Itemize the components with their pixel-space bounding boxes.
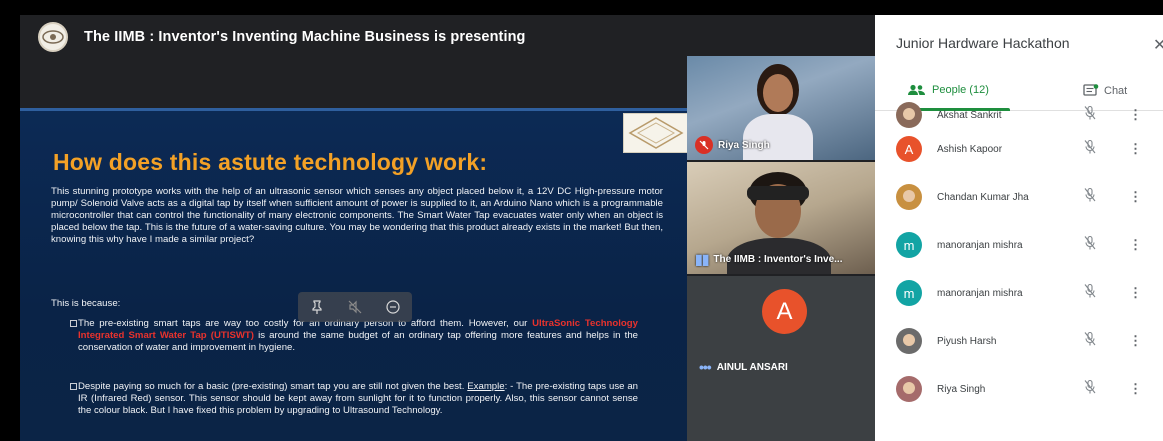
avatar <box>896 376 922 402</box>
avatar: m <box>896 232 922 258</box>
video-tile-riya[interactable]: Riya Singh <box>687 56 875 160</box>
participant-name: manoranjan mishra <box>937 239 1023 251</box>
mute-icon[interactable] <box>347 299 363 315</box>
tile-label: ••• AINUL ANSARI <box>699 359 788 375</box>
slide-top-line <box>20 108 687 111</box>
side-panel: Junior Hardware Hackathon ✕ People (12) … <box>875 15 1163 441</box>
participant-row[interactable]: A Ashish Kapoor ⋮ <box>875 125 1163 173</box>
tile-name: AINUL ANSARI <box>716 361 788 373</box>
tile-label: Riya Singh <box>695 136 770 154</box>
mic-off-icon <box>1083 139 1097 160</box>
mic-off-icon <box>695 136 713 154</box>
avatar <box>896 328 922 354</box>
person-face <box>763 74 793 112</box>
participant-name: Chandan Kumar Jha <box>937 191 1029 203</box>
slide-title: How does this astute technology work: <box>53 149 488 175</box>
hover-toolbar <box>298 292 412 322</box>
bullet-box-icon <box>70 320 77 327</box>
more-options-icon[interactable]: ⋮ <box>1129 107 1142 123</box>
diamond-logo-icon <box>628 117 684 149</box>
slide-paragraph: This stunning prototype works with the h… <box>51 186 663 245</box>
panel-title: Junior Hardware Hackathon <box>896 35 1070 51</box>
left-margin <box>0 0 20 441</box>
avatar: A <box>896 136 922 162</box>
presenter-avatar <box>38 22 68 52</box>
speaking-indicator-icon: ▮▮ <box>695 251 709 267</box>
more-dots-icon: ••• <box>699 359 712 375</box>
chat-icon <box>1083 84 1099 96</box>
participant-row[interactable]: Riya Singh ⋮ <box>875 365 1163 413</box>
mic-off-icon <box>1083 187 1097 208</box>
mic-off-icon <box>1083 283 1097 304</box>
participant-name: manoranjan mishra <box>937 287 1023 299</box>
people-icon <box>908 84 925 95</box>
participant-row[interactable]: Piyush Harsh ⋮ <box>875 317 1163 365</box>
participant-name: Akshat Sankrit <box>937 109 1002 121</box>
remove-icon[interactable] <box>385 299 401 315</box>
tab-chat[interactable]: Chat <box>1083 84 1127 98</box>
more-options-icon[interactable]: ⋮ <box>1129 381 1142 397</box>
participant-row[interactable]: Akshat Sankrit ⋮ <box>875 102 1163 128</box>
mic-off-icon <box>1083 235 1097 256</box>
slide-logo <box>623 113 687 153</box>
video-tile-ainul[interactable]: A ••• AINUL ANSARI <box>687 276 875 441</box>
bullet-box-icon <box>70 383 77 390</box>
tile-name: Riya Singh <box>718 139 770 151</box>
slide-bullet-1: The pre-existing smart taps are way too … <box>70 318 638 354</box>
avatar: m <box>896 280 922 306</box>
more-options-icon[interactable]: ⋮ <box>1129 237 1142 253</box>
shared-slide: How does this astute technology work: Th… <box>20 108 687 441</box>
slide-bullet-2: Despite paying so much for a basic (pre-… <box>70 381 638 417</box>
more-options-icon[interactable]: ⋮ <box>1129 285 1142 301</box>
participant-list: Akshat Sankrit ⋮ A Ashish Kapoor ⋮ Chandan Ku… <box>875 102 1163 413</box>
video-tile-iimb[interactable]: ▮▮ The IIMB : Inventor's Inve... <box>687 162 875 274</box>
mic-off-icon <box>1083 379 1097 400</box>
close-icon[interactable]: ✕ <box>1153 35 1163 55</box>
mic-off-icon <box>1083 105 1097 126</box>
mic-off-icon <box>1083 331 1097 352</box>
more-options-icon[interactable]: ⋮ <box>1129 189 1142 205</box>
slide-because: This is because: <box>51 298 121 309</box>
avatar: A <box>762 289 807 334</box>
participant-row[interactable]: m manoranjan mishra ⋮ <box>875 221 1163 269</box>
more-options-icon[interactable]: ⋮ <box>1129 141 1142 157</box>
tile-label: ▮▮ The IIMB : Inventor's Inve... <box>695 251 842 268</box>
participant-row[interactable]: Chandan Kumar Jha ⋮ <box>875 173 1163 221</box>
tab-people-label: People (12) <box>932 84 989 96</box>
presenter-title: The IIMB : Inventor's Inventing Machine … <box>84 29 526 45</box>
more-options-icon[interactable]: ⋮ <box>1129 333 1142 349</box>
pin-icon[interactable] <box>309 299 325 315</box>
bullet-2-example: Example <box>467 381 505 392</box>
participant-name: Piyush Harsh <box>937 335 997 347</box>
avatar <box>896 184 922 210</box>
bullet-2-text-a: Despite paying so much for a basic (pre-… <box>78 381 468 392</box>
tile-name: The IIMB : Inventor's Inve... <box>713 254 843 265</box>
tab-people[interactable]: People (12) <box>907 84 989 96</box>
presenter-header: The IIMB : Inventor's Inventing Machine … <box>20 15 875 59</box>
participant-row[interactable]: m manoranjan mishra ⋮ <box>875 269 1163 317</box>
headphones <box>747 186 809 200</box>
presentation-stage: The IIMB : Inventor's Inventing Machine … <box>20 15 875 441</box>
participant-name: Riya Singh <box>937 383 986 395</box>
participant-name: Ashish Kapoor <box>937 143 1003 155</box>
eye-logo-icon <box>42 30 64 44</box>
tab-chat-label: Chat <box>1104 85 1128 97</box>
